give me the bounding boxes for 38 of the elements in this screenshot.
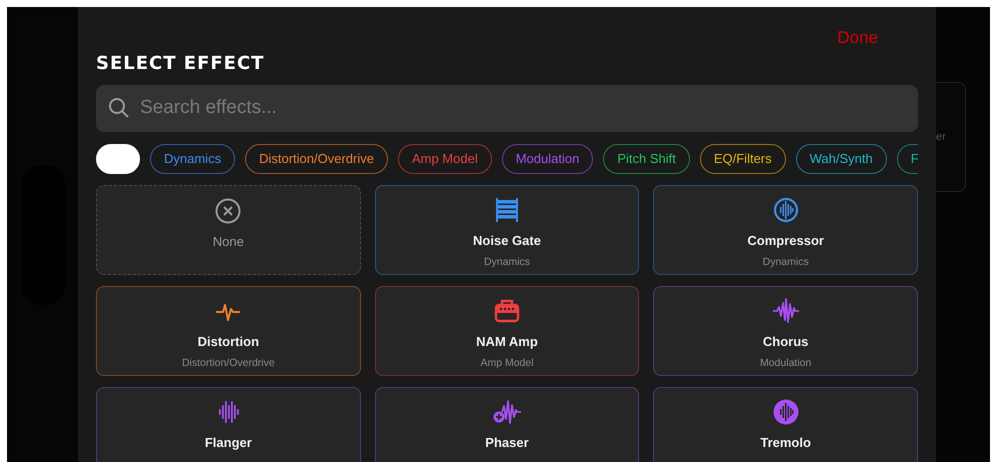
effect-card[interactable]: Phaser xyxy=(374,386,640,462)
effect-card[interactable]: Compressor Dynamics xyxy=(653,184,918,274)
filter-chip[interactable]: Dynamics xyxy=(150,144,236,174)
effect-card[interactable]: Flanger xyxy=(96,386,361,462)
effect-card[interactable]: NAM Amp Amp Model xyxy=(374,286,640,376)
waveform-icon xyxy=(770,296,801,326)
close-icon xyxy=(215,198,242,224)
effect-name: None xyxy=(212,232,244,250)
filter-chip[interactable]: Modulation xyxy=(502,144,594,174)
effect-card[interactable]: Chorus Modulation xyxy=(653,286,918,376)
effect-category: Dynamics xyxy=(762,255,809,270)
filter-chip[interactable]: F xyxy=(896,144,918,174)
effect-card[interactable]: Distortion Distortion/Overdrive xyxy=(96,286,361,376)
effect-card[interactable]: Tremolo xyxy=(653,386,918,462)
effect-name: Compressor xyxy=(747,232,824,250)
filter-chip[interactable] xyxy=(96,144,140,174)
effect-name: Distortion xyxy=(198,332,260,350)
effect-name: Chorus xyxy=(762,332,808,350)
filter-chip[interactable]: Distortion/Overdrive xyxy=(245,144,388,174)
effect-name: Tremolo xyxy=(760,434,811,452)
filter-chip[interactable]: Pitch Shift xyxy=(603,144,690,174)
waveform-circle-icon xyxy=(770,396,801,426)
card-text: er xyxy=(936,130,946,145)
effect-name: NAM Amp xyxy=(476,332,538,351)
effect-category: Modulation xyxy=(760,356,812,371)
effect-category: Dynamics xyxy=(484,255,530,270)
effect-name: Phaser xyxy=(485,434,529,452)
effect-category: Amp Model xyxy=(480,356,534,371)
effect-name: Flanger xyxy=(204,434,252,452)
filter-chip[interactable]: Amp Model xyxy=(398,144,492,174)
dialog-title: SELECT EFFECT xyxy=(96,54,266,72)
effect-card[interactable]: None xyxy=(96,184,361,274)
filter-chip[interactable]: Wah/Synth xyxy=(796,144,887,174)
effect-name: Noise Gate xyxy=(473,232,541,250)
effect-card[interactable]: Noise Gate Dynamics xyxy=(374,184,640,274)
effect-category: Distortion/Overdrive xyxy=(182,356,275,371)
filter-chip[interactable]: EQ/Filters xyxy=(700,144,786,174)
search-input[interactable]: Search effects... xyxy=(96,84,918,132)
